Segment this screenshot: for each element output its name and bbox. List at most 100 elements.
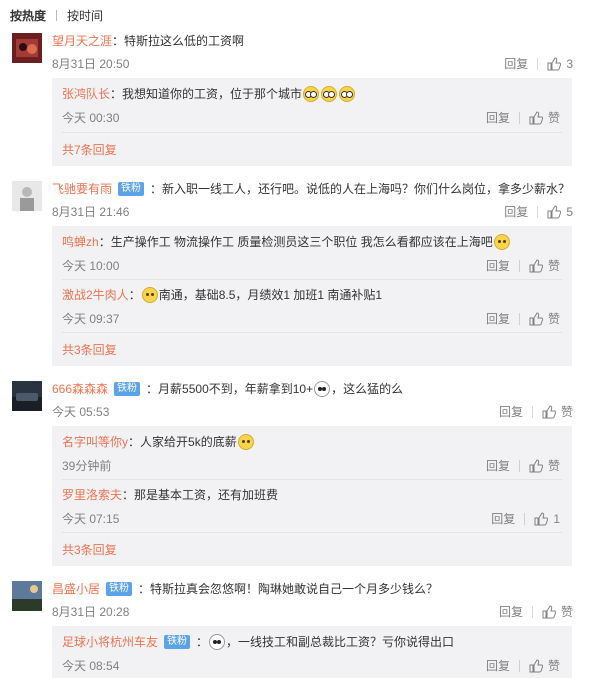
thumbs-up-icon [529,258,543,272]
username[interactable]: 望月天之涯 [52,32,112,49]
reply-button[interactable]: 回复 [504,203,528,220]
reply-username[interactable]: 罗里洛索夫 [62,486,122,503]
like-count: 1 [553,511,560,526]
reply-button[interactable]: 回复 [491,510,515,527]
like-button[interactable]: 5 [547,205,573,219]
sort-bar: 按热度 按时间 [10,6,103,24]
fan-badge: 铁粉 [118,181,145,196]
comment-item: 666森森森 铁粉 ： 月薪5500不到，年薪拿到10+ ，这么猛的么 今天 0… [0,378,591,568]
comment-time: 今天 05:53 [52,405,110,419]
reply-button[interactable]: 回复 [486,310,510,327]
reply-time: 39分钟前 [62,459,112,473]
glasses-emoji-icon [303,85,320,102]
comment-text: 月薪5500不到，年薪拿到10+ [158,382,314,396]
sort-divider [56,9,58,21]
like-button[interactable]: 赞 [529,257,560,274]
like-label: 赞 [547,312,560,326]
reply-box: 足球小将杭州车友 铁粉 ： ，一线技工和副总裁比工资？亏你说得出口 今天 08:… [52,626,572,678]
glasses-emoji-icon [339,85,356,102]
like-button[interactable]: 3 [547,57,573,71]
avatar[interactable] [12,381,42,411]
comment-text: 特斯拉真会忽悠啊！陶琳她敢说自己一个月多少钱么？ [150,582,439,596]
reply-text: 南通，基础8.5，月绩效1 加班1 南通补贴1 [158,288,383,302]
like-button[interactable]: 赞 [542,603,573,620]
like-label: 赞 [547,111,560,125]
thumbs-up-icon [529,658,543,672]
reply-time: 今天 10:00 [62,259,120,273]
panda-emoji-icon [314,380,331,397]
reply-time: 今天 00:30 [62,111,120,125]
fan-badge: 铁粉 [164,634,191,649]
sort-by-hot[interactable]: 按热度 [10,7,46,24]
comment-time: 8月31日 20:50 [52,57,130,71]
reply-button[interactable]: 回复 [486,457,510,474]
reply-username[interactable]: 张鸿队长 [62,85,110,102]
thumbs-up-icon [529,458,543,472]
like-count: 5 [566,204,573,219]
like-count: 3 [566,56,573,71]
comment-text: 新入职一线工人，还行吧。说低的人在上海吗？你们什么岗位，拿多少薪水？ [162,182,571,196]
reply-text: 我想知道你的工资，位于那个城市 [122,87,303,101]
like-button[interactable]: 赞 [529,109,560,126]
like-button[interactable]: 赞 [529,657,560,674]
doubt-emoji-icon [141,286,158,303]
like-label: 赞 [560,405,573,419]
reply-username[interactable]: 鸣蝉zh [62,233,99,250]
reply-username[interactable]: 名字叫等你y [62,433,128,450]
thumbs-up-icon [547,56,562,70]
reply-box: 名字叫等你y ： 人家给开5k的底薪 39分钟前 回复 赞 罗里洛索夫 ： 那是… [52,426,572,566]
like-button[interactable]: 赞 [542,403,573,420]
avatar[interactable] [12,181,42,211]
reply-text: 人家给开5k的底薪 [140,435,237,449]
like-label: 赞 [547,659,560,673]
thumbs-up-icon [542,604,556,618]
comment-item: 望月天之涯 ： 特斯拉这么低的工资啊 8月31日 20:50 回复 3 张鸿队长… [0,30,591,170]
like-button[interactable]: 赞 [529,457,560,474]
username[interactable]: 飞驰要有雨 [52,180,112,197]
like-label: 赞 [547,459,560,473]
thumbs-up-icon [534,511,549,525]
reply-text: 那是基本工资，还有加班费 [134,488,279,502]
reply-time: 今天 09:37 [62,312,120,326]
reply-button[interactable]: 回复 [499,403,523,420]
like-label: 赞 [560,605,573,619]
reply-username[interactable]: 足球小将杭州车友 [62,633,158,650]
like-label: 赞 [547,259,560,273]
avatar[interactable] [12,33,42,63]
reply-text: ，一线技工和副总裁比工资？亏你说得出口 [226,635,455,649]
more-replies-link[interactable]: 共3条回复 [62,541,117,558]
username[interactable]: 666森森森 [52,380,108,397]
more-replies-link[interactable]: 共3条回复 [62,341,117,358]
reply-time: 今天 07:15 [62,512,120,526]
smirk-emoji-icon [237,433,254,450]
reply-time: 今天 08:54 [62,659,120,673]
reply-box: 鸣蝉zh ： 生产操作工 物流操作工 质量检测员这三个职位 我怎么看都应该在上海… [52,226,572,366]
reply-box: 张鸿队长 ： 我想知道你的工资，位于那个城市 今天 00:30 回复 赞 共7条… [52,78,572,166]
sort-by-time[interactable]: 按时间 [67,7,103,24]
avatar[interactable] [12,581,42,611]
comment-item: 昌盛小居 铁粉 ： 特斯拉真会忽悠啊！陶琳她敢说自己一个月多少钱么？ 8月31日… [0,578,591,678]
comment-text: 特斯拉这么低的工资啊 [124,34,245,48]
reply-button[interactable]: 回复 [486,109,510,126]
panda-emoji-icon [209,633,226,650]
more-replies-link[interactable]: 共7条回复 [62,141,117,158]
glasses-emoji-icon [321,85,338,102]
comment-time: 8月31日 21:46 [52,205,130,219]
comment-text-tail: ，这么猛的么 [331,382,404,396]
reply-text: 生产操作工 物流操作工 质量检测员这三个职位 我怎么看都应该在上海吧 [110,235,493,249]
thumbs-up-icon [529,110,543,124]
like-button[interactable]: 赞 [529,310,560,327]
sweat-emoji-icon [493,233,510,250]
username[interactable]: 昌盛小居 [52,580,100,597]
reply-button[interactable]: 回复 [504,55,528,72]
fan-badge: 铁粉 [106,581,133,596]
reply-button[interactable]: 回复 [499,603,523,620]
reply-button[interactable]: 回复 [486,657,510,674]
comment-time: 8月31日 20:28 [52,605,130,619]
reply-button[interactable]: 回复 [486,257,510,274]
thumbs-up-icon [542,404,556,418]
reply-username[interactable]: 激战2牛肉人 [62,286,129,303]
thumbs-up-icon [529,311,543,325]
fan-badge: 铁粉 [114,381,141,396]
like-button[interactable]: 1 [534,512,560,526]
